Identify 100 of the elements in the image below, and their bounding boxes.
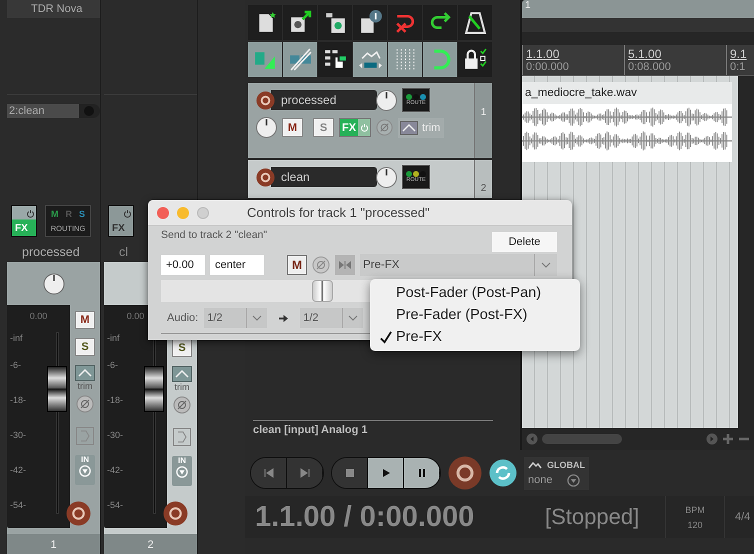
mute-button[interactable]: M — [282, 118, 303, 137]
mute-button[interactable]: M — [75, 311, 95, 329]
stop-icon — [344, 467, 356, 479]
pan-field[interactable]: center — [210, 255, 264, 275]
repeat-button[interactable] — [489, 459, 517, 487]
send-slot[interactable]: 2:clean — [7, 104, 79, 118]
dropdown-icon[interactable] — [567, 474, 580, 486]
toolbar-button[interactable] — [283, 5, 317, 40]
automation-mode-panel[interactable]: GLOBAL none — [524, 456, 589, 490]
input-status: clean [input] Analog 1 — [253, 420, 493, 445]
play-state: [Stopped] — [545, 504, 640, 530]
go-to-end-button[interactable] — [287, 458, 323, 488]
record-button[interactable] — [448, 456, 482, 490]
go-to-start-button[interactable] — [251, 458, 287, 488]
bpm-value: 120 — [687, 520, 703, 530]
volume-field[interactable]: +0.00 — [161, 255, 205, 275]
ruler-time-label: 0:00.000 — [526, 61, 570, 74]
envelope-icon[interactable] — [75, 365, 95, 381]
fx-button[interactable]: FX — [108, 205, 134, 237]
position-readout: 1.1.00 / 0:00.000 — [255, 500, 476, 534]
solo-button[interactable]: S — [172, 339, 192, 357]
scale-label: -6- — [10, 360, 21, 370]
horizontal-scrollbar[interactable] — [542, 434, 622, 444]
close-icon[interactable] — [157, 206, 169, 218]
send-mode-dropdown[interactable]: Pre-FX — [360, 254, 557, 276]
toolbar-button[interactable] — [458, 5, 492, 40]
envelope-icon — [528, 460, 542, 470]
marker-lane[interactable] — [522, 18, 754, 32]
ruler-time-label: 0:1 — [730, 61, 746, 74]
play-button[interactable] — [368, 458, 404, 488]
dropdown-icon — [79, 465, 91, 477]
track-name-field[interactable]: processed — [271, 90, 377, 110]
arrow-right-icon — [278, 314, 290, 322]
audio-label: Audio: — [167, 312, 198, 324]
toolbar-button[interactable] — [318, 42, 352, 77]
scale-label: -inf — [107, 333, 120, 343]
fx-slot[interactable]: TDR Nova — [7, 0, 100, 18]
automation-mode: none — [528, 474, 552, 486]
trim-label: trim — [174, 382, 190, 392]
volume-readout: 0.00 — [28, 311, 48, 321]
menu-item[interactable]: Pre-FX — [370, 326, 580, 348]
volume-knob-icon[interactable] — [376, 90, 397, 110]
pan-knob-icon[interactable] — [256, 117, 277, 138]
automation-label: GLOBAL — [547, 460, 585, 470]
tempo-panel[interactable]: BPM 120 — [665, 496, 725, 538]
lock-icon — [462, 47, 488, 72]
mute-button[interactable]: M — [287, 255, 307, 275]
track-number: 1 — [480, 107, 486, 118]
skip-back-icon — [262, 467, 274, 479]
metronome-icon — [462, 10, 488, 35]
pan-knob-icon[interactable] — [42, 272, 64, 294]
toolbar-button[interactable] — [318, 5, 352, 40]
track-name-field[interactable]: clean — [271, 167, 377, 187]
power-icon — [360, 123, 370, 132]
scale-label: -42- — [107, 465, 124, 475]
strip-name: processed — [21, 244, 81, 261]
skip-forward-icon — [298, 467, 310, 479]
stop-button[interactable] — [332, 458, 368, 488]
slider-thumb[interactable] — [312, 280, 334, 302]
scale-label: -6- — [107, 360, 118, 370]
scale-label: -54- — [107, 500, 124, 510]
phase-icon[interactable] — [173, 396, 191, 414]
scale-label: -30- — [10, 430, 26, 440]
envelope-icon[interactable] — [172, 366, 192, 382]
solo-button[interactable]: S — [75, 338, 95, 356]
phase-icon[interactable] — [76, 395, 94, 413]
fader-handle[interactable] — [144, 366, 164, 412]
scale-label: -54- — [10, 500, 26, 510]
scale-label: -inf — [10, 333, 23, 343]
vertical-scrollbar[interactable] — [738, 76, 754, 428]
menu-item[interactable]: Post-Fader (Post-Pan) — [370, 282, 580, 304]
record-arm-icon[interactable] — [256, 168, 275, 186]
record-arm-icon[interactable] — [66, 501, 91, 526]
zoom-in-icon[interactable] — [722, 433, 734, 445]
power-icon — [123, 209, 132, 218]
pause-button[interactable] — [404, 458, 440, 488]
delete-button[interactable]: Delete — [492, 232, 557, 252]
ruler-bar-label: 5.1.00 — [628, 47, 662, 61]
source-channel-dropdown[interactable]: 1/2 — [204, 308, 268, 328]
track-number: 2 — [480, 183, 486, 194]
record-arm-icon[interactable] — [163, 501, 188, 526]
volume-readout: 0.00 — [126, 311, 146, 321]
scale-label: -30- — [107, 430, 124, 440]
item-name: a_mediocre_take.wav — [522, 82, 732, 104]
time-signature[interactable]: 4/4 — [735, 511, 750, 523]
toolbar-button[interactable] — [248, 5, 282, 40]
destination-channel-dropdown[interactable]: 1/2 — [300, 308, 364, 328]
dialog-title: Controls for track 1 "processed" — [247, 205, 430, 220]
record-arm-icon[interactable] — [256, 90, 275, 110]
toolbar-button[interactable] — [353, 5, 387, 40]
toolbar-button[interactable] — [458, 42, 492, 77]
bpm-label: BPM — [685, 504, 705, 514]
crossfade-icon — [288, 47, 312, 72]
fader-handle[interactable] — [47, 366, 67, 412]
volume-knob-icon[interactable] — [376, 166, 397, 188]
toolbar-button[interactable] — [423, 5, 457, 40]
menu-item[interactable]: Pre-Fader (Post-FX) — [370, 304, 580, 326]
scale-label: -42- — [10, 465, 26, 475]
ruler-bar-label: 9.1 — [730, 47, 748, 61]
media-item[interactable]: a_mediocre_take.wav — [522, 82, 732, 162]
